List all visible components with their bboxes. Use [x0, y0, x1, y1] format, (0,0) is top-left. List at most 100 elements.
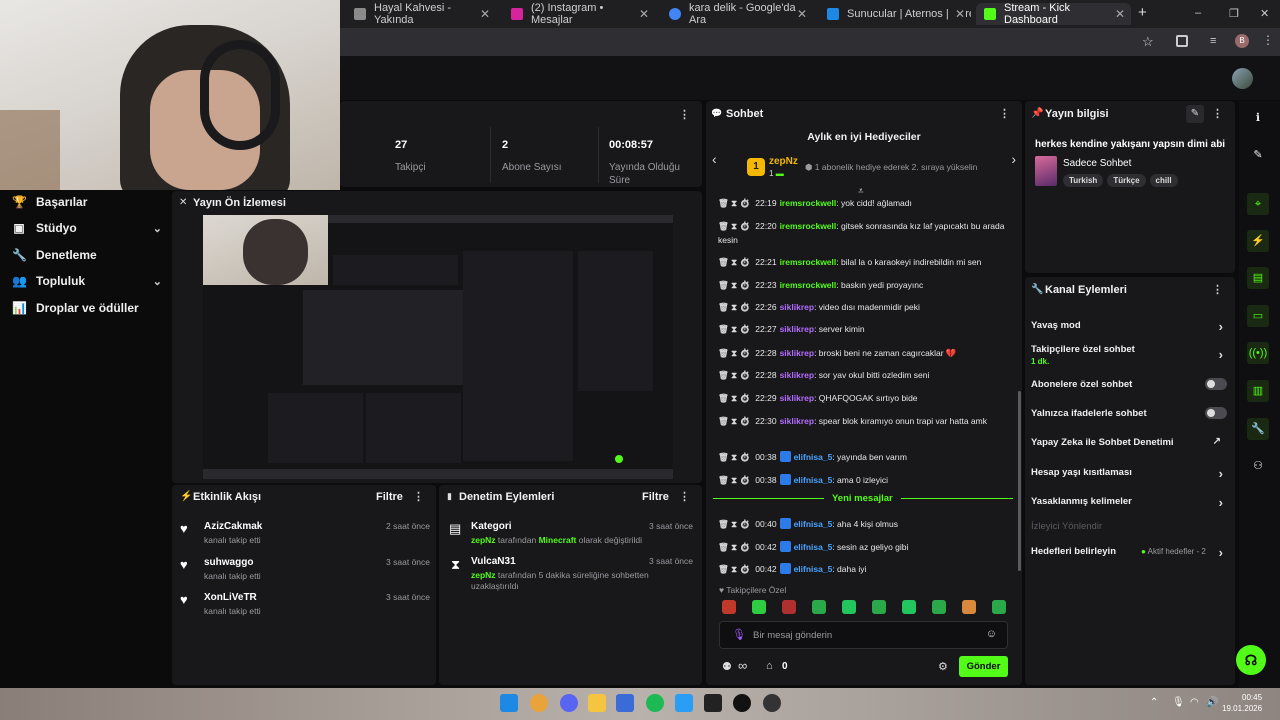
action-goals[interactable]: Hedefleri belirleyin ● Aktif hedefler - 2… [1031, 545, 1227, 560]
moderation-tools-icon[interactable]: 🗑 ⧗ ⏱ [718, 542, 750, 552]
folder-icon[interactable] [588, 694, 606, 712]
message-username[interactable]: elifnisa_5 [794, 452, 833, 462]
close-icon[interactable]: ✕ [1115, 7, 1125, 21]
filter-button[interactable]: Filtre [642, 491, 669, 503]
emote-icon[interactable] [752, 600, 766, 614]
chat-icon[interactable]: ▭ [1247, 305, 1269, 327]
moderation-tools-icon[interactable]: 🗑 ⧗ ⏱ [718, 475, 750, 485]
emote-icon[interactable] [932, 600, 946, 614]
app-icon[interactable] [704, 694, 722, 712]
message-username[interactable]: elifnisa_5 [794, 519, 833, 529]
gear-icon[interactable]: ⚙ [938, 660, 948, 673]
message-username[interactable]: elifnisa_5 [794, 542, 833, 552]
tray-chevron-icon[interactable]: ⌃ [1150, 697, 1158, 708]
close-icon[interactable]: ✕ [179, 197, 187, 208]
media-icon[interactable]: ≡ [1210, 35, 1216, 47]
toggle-switch[interactable] [1205, 407, 1227, 419]
activity-user[interactable]: XonLiVeTR [204, 592, 261, 603]
volume-icon[interactable]: 🔊 [1206, 697, 1218, 708]
bookmark-star-icon[interactable]: ☆ [1142, 34, 1154, 50]
moderator-name[interactable]: zepNz [471, 570, 496, 580]
maximize-button[interactable]: ❐ [1229, 7, 1239, 20]
more-options-icon[interactable]: ⋮ [679, 490, 690, 503]
moderator-name[interactable]: zepNz [471, 535, 496, 545]
minimize-button[interactable]: – [1195, 7, 1201, 19]
user-avatar[interactable] [1232, 68, 1253, 89]
sidebar-item-basarilar[interactable]: 🏆 Başarılar [12, 192, 162, 212]
moderation-tools-icon[interactable]: 🗑 ⧗ ⏱ [718, 519, 750, 529]
emote-icon[interactable] [812, 600, 826, 614]
sidebar-item-studyo[interactable]: ▣ Stüdyo ⌄ [12, 218, 162, 238]
close-window-button[interactable]: ✕ [1260, 7, 1269, 20]
edit-icon[interactable]: ✎ [1247, 144, 1269, 166]
moderation-tools-icon[interactable]: 🗑 ⧗ ⏱ [718, 221, 750, 231]
new-tab-button[interactable]: + [1138, 4, 1147, 21]
moderation-tools-icon[interactable]: 🗑 ⧗ ⏱ [718, 257, 750, 267]
help-button[interactable]: ☊ [1236, 645, 1266, 675]
profile-avatar[interactable]: B [1235, 34, 1249, 48]
moderation-tools-icon[interactable]: 🗑 ⧗ ⏱ [718, 393, 750, 403]
chrome-icon[interactable] [530, 694, 548, 712]
action-slow-mode[interactable]: Yavaş mod › [1031, 319, 1227, 334]
lightning-icon[interactable]: ⚡ [1247, 230, 1269, 252]
app-icon[interactable] [763, 694, 781, 712]
emote-icon[interactable] [842, 600, 856, 614]
action-account-age[interactable]: Hesap yaşı kısıtlaması › [1031, 466, 1227, 481]
clock[interactable]: 00:45 19.01.2026 [1222, 692, 1262, 714]
microphone-icon[interactable]: 🎙 [1172, 697, 1185, 708]
focus-icon[interactable]: ⌖ [1247, 193, 1269, 215]
message-username[interactable]: siklikrep [780, 302, 815, 312]
store-icon[interactable]: ⌂ [766, 660, 773, 672]
moderation-tools-icon[interactable]: 🗑 ⧗ ⏱ [718, 564, 750, 574]
message-username[interactable]: siklikrep [780, 324, 815, 334]
moderation-tools-icon[interactable]: 🗑 ⧗ ⏱ [718, 198, 750, 208]
message-username[interactable]: iremsrockwell [780, 198, 837, 208]
close-icon[interactable]: ✕ [951, 7, 965, 21]
emote-icon[interactable] [722, 600, 736, 614]
send-button[interactable]: Gönder [959, 656, 1008, 677]
close-icon[interactable]: ✕ [480, 7, 490, 21]
chat-scrollbar[interactable] [1018, 391, 1021, 571]
tab-aternos[interactable]: Sunucular | Aternos | Ücretsiz M ✕ [819, 3, 971, 25]
message-username[interactable]: siklikrep [780, 348, 815, 358]
category-name[interactable]: Minecraft [539, 535, 577, 545]
moderation-tools-icon[interactable]: 🗑 ⧗ ⏱ [718, 324, 750, 334]
category-name[interactable]: Sadece Sohbet [1063, 158, 1131, 169]
more-options-icon[interactable]: ⋮ [679, 108, 690, 121]
users-icon[interactable]: ⚉ [722, 660, 732, 673]
emote-icon[interactable] [902, 600, 916, 614]
action-subscribers-only[interactable]: Abonelere özel sohbet [1031, 378, 1227, 390]
store-icon[interactable] [675, 694, 693, 712]
chevron-left-icon[interactable]: ‹ [712, 151, 717, 167]
stream-preview-video[interactable] [203, 215, 673, 479]
emote-icon[interactable] [872, 600, 886, 614]
message-username[interactable]: elifnisa_5 [794, 564, 833, 574]
filter-button[interactable]: Filtre [376, 491, 403, 503]
message-username[interactable]: elifnisa_5 [794, 475, 833, 485]
tab-hayal-kahvesi[interactable]: Hayal Kahvesi - Yakında ✕ [346, 2, 496, 26]
emote-icon[interactable] [782, 600, 796, 614]
document-icon[interactable]: ▤ [1247, 267, 1269, 289]
tab-instagram[interactable]: (2) Instagram • Mesajlar ✕ [503, 2, 655, 26]
emote-icon[interactable] [992, 600, 1006, 614]
spotify-icon[interactable] [646, 694, 664, 712]
top-gifter-name[interactable]: zepNz [769, 156, 798, 167]
action-ai-moderation[interactable]: Yapay Zeka ile Sohbet Denetimi ↗ [1031, 436, 1227, 448]
moderation-tools-icon[interactable]: 🗑 ⧗ ⏱ [718, 452, 750, 462]
tab-kick-dashboard[interactable]: Stream - Kick Dashboard ✕ [976, 2, 1131, 26]
sidebar-item-denetleme[interactable]: 🔧 Denetleme [12, 245, 162, 265]
close-icon[interactable]: ✕ [797, 7, 807, 21]
tag[interactable]: chill [1149, 174, 1178, 187]
message-username[interactable]: siklikrep [780, 416, 815, 426]
activity-user[interactable]: suhwaggo [204, 557, 261, 568]
microphone-icon[interactable]: 🎙 [732, 628, 746, 641]
toggle-switch[interactable] [1205, 378, 1227, 390]
tab-google[interactable]: kara delik - Google'da Ara ✕ [661, 2, 813, 26]
message-username[interactable]: iremsrockwell [780, 257, 837, 267]
more-options-icon[interactable]: ⋮ [1212, 107, 1223, 120]
moderation-tools-icon[interactable]: 🗑 ⧗ ⏱ [718, 370, 750, 380]
discord-icon[interactable] [560, 694, 578, 712]
extensions-icon[interactable] [1176, 35, 1188, 47]
message-username[interactable]: siklikrep [780, 393, 815, 403]
close-icon[interactable]: ✕ [639, 7, 649, 21]
